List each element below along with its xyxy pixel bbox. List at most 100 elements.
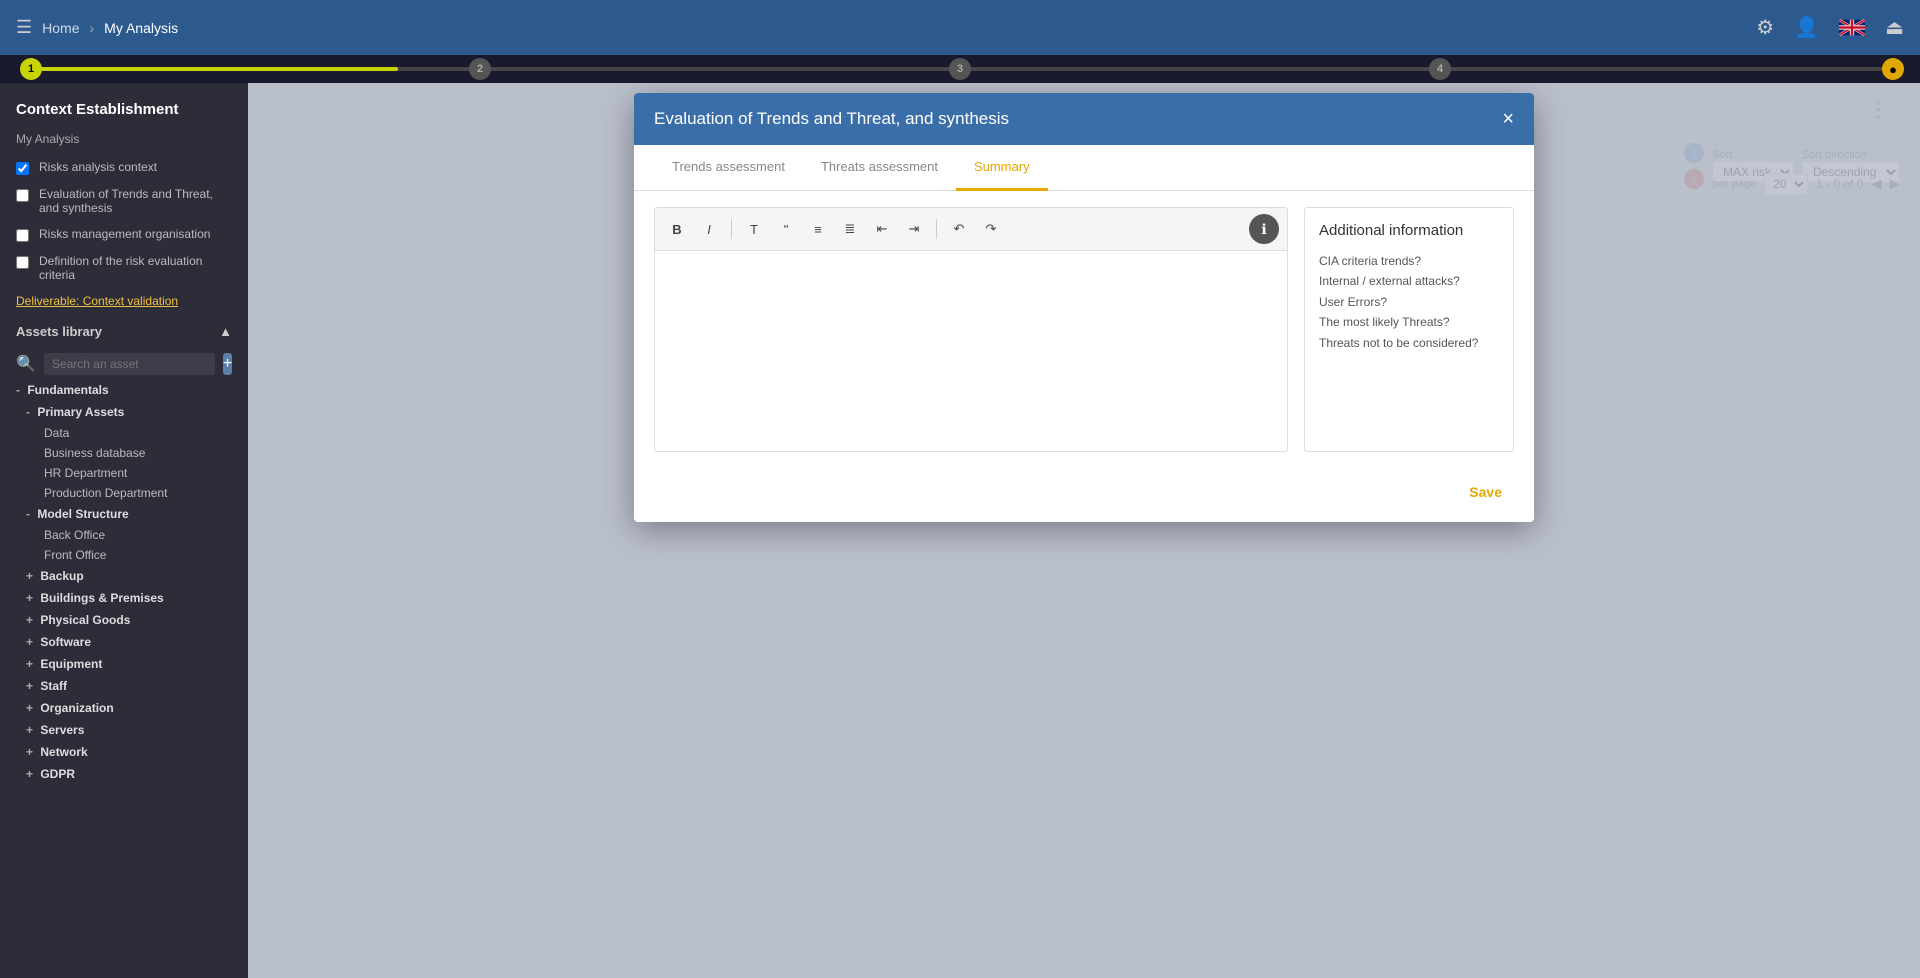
tab-threats-assessment[interactable]: Threats assessment bbox=[803, 145, 956, 191]
format-icon: T bbox=[750, 222, 758, 237]
redo-button[interactable]: ↷ bbox=[977, 216, 1005, 242]
italic-icon: I bbox=[707, 222, 711, 237]
progress-step-4[interactable]: 4 bbox=[1429, 58, 1451, 80]
tree-item-buildings[interactable]: + Buildings & Premises bbox=[0, 587, 248, 609]
redo-icon: ↷ bbox=[986, 221, 997, 237]
user-icon[interactable]: 👤 bbox=[1794, 15, 1819, 40]
modal-dialog: Evaluation of Trends and Threat, and syn… bbox=[634, 93, 1534, 522]
nav-left: ☰ Home › My Analysis bbox=[16, 17, 1744, 38]
tree-item-equipment[interactable]: + Equipment bbox=[0, 653, 248, 675]
sidebar-search-bar: 🔍 + bbox=[0, 349, 248, 379]
sidebar-item-definition[interactable]: Definition of the risk evaluation criter… bbox=[0, 248, 248, 288]
indent-decrease-button[interactable]: ⇤ bbox=[868, 216, 896, 242]
undo-button[interactable]: ↶ bbox=[945, 216, 973, 242]
tree-item-primary-assets[interactable]: - Primary Assets bbox=[0, 401, 248, 423]
editor-section: B I T " ≡ ≣ ⇤ ⇥ ↶ ↷ bbox=[654, 207, 1288, 452]
separator-1 bbox=[731, 219, 732, 239]
sidebar-item-risks-analysis[interactable]: Risks analysis context bbox=[0, 154, 248, 181]
modal-header: Evaluation of Trends and Threat, and syn… bbox=[634, 93, 1534, 145]
list-ol-button[interactable]: ≣ bbox=[836, 216, 864, 242]
tree-item-hr-department[interactable]: HR Department bbox=[0, 463, 248, 483]
tree-item-front-office[interactable]: Front Office bbox=[0, 545, 248, 565]
settings-icon[interactable]: ⚙ bbox=[1756, 15, 1774, 40]
bold-icon: B bbox=[672, 222, 681, 237]
info-line-1: CIA criteria trends? bbox=[1319, 251, 1499, 271]
list-ul-icon: ≡ bbox=[814, 222, 822, 237]
sidebar-item-label: Definition of the risk evaluation criter… bbox=[39, 254, 232, 282]
save-button[interactable]: Save bbox=[1457, 478, 1514, 506]
main-content: ↕ ↓ Sort MAX risk Sort direction Descend… bbox=[248, 83, 1920, 978]
sidebar-subtitle: My Analysis bbox=[0, 128, 248, 154]
top-navigation: ☰ Home › My Analysis ⚙ 👤 ⏏ bbox=[0, 0, 1920, 55]
breadcrumb-separator: › bbox=[90, 20, 95, 36]
tree-item-backup[interactable]: + Backup bbox=[0, 565, 248, 587]
tree-item-physical-goods[interactable]: + Physical Goods bbox=[0, 609, 248, 631]
info-line-5: Threats not to be considered? bbox=[1319, 333, 1499, 353]
info-icon: ℹ bbox=[1261, 221, 1266, 238]
quote-button[interactable]: " bbox=[772, 217, 800, 242]
checkbox-definition[interactable] bbox=[16, 256, 29, 269]
list-ol-icon: ≣ bbox=[845, 221, 856, 237]
progress-step-3[interactable]: 3 bbox=[949, 58, 971, 80]
left-sidebar: Context Establishment My Analysis Risks … bbox=[0, 83, 248, 978]
tree-item-business-database[interactable]: Business database bbox=[0, 443, 248, 463]
sidebar-deliverable[interactable]: Deliverable: Context validation bbox=[0, 288, 248, 314]
editor-textarea[interactable] bbox=[655, 251, 1287, 451]
language-flag[interactable] bbox=[1839, 19, 1865, 36]
additional-info-section: Additional information CIA criteria tren… bbox=[1304, 207, 1514, 452]
assets-collapse-icon[interactable]: ▲ bbox=[219, 324, 232, 339]
hamburger-icon[interactable]: ☰ bbox=[16, 17, 32, 38]
tree-item-network[interactable]: + Network bbox=[0, 741, 248, 763]
indent-increase-button[interactable]: ⇥ bbox=[900, 216, 928, 242]
modal-close-button[interactable]: × bbox=[1502, 109, 1514, 129]
tree-item-production-dept[interactable]: Production Department bbox=[0, 483, 248, 503]
additional-info-title: Additional information bbox=[1319, 222, 1499, 239]
checkbox-risks-analysis[interactable] bbox=[16, 162, 29, 175]
tree-item-model-structure[interactable]: - Model Structure bbox=[0, 503, 248, 525]
tree-item-gdpr[interactable]: + GDPR bbox=[0, 763, 248, 785]
progress-step-5[interactable]: ● bbox=[1882, 58, 1904, 80]
info-line-2: Internal / external attacks? bbox=[1319, 271, 1499, 291]
bold-button[interactable]: B bbox=[663, 217, 691, 242]
format-button[interactable]: T bbox=[740, 217, 768, 242]
indent-dec-icon: ⇤ bbox=[877, 221, 888, 237]
info-button[interactable]: ℹ bbox=[1249, 214, 1279, 244]
sidebar-item-label: Risks management organisation bbox=[39, 227, 210, 241]
checkbox-risks-mgmt[interactable] bbox=[16, 229, 29, 242]
list-ul-button[interactable]: ≡ bbox=[804, 217, 832, 242]
breadcrumb-current: My Analysis bbox=[104, 20, 178, 36]
editor-toolbar: B I T " ≡ ≣ ⇤ ⇥ ↶ ↷ bbox=[655, 208, 1287, 251]
progress-step-1[interactable]: 1 bbox=[20, 58, 42, 80]
tree-item-back-office[interactable]: Back Office bbox=[0, 525, 248, 545]
logout-icon[interactable]: ⏏ bbox=[1885, 15, 1904, 40]
search-input[interactable] bbox=[44, 353, 215, 375]
progress-step-2[interactable]: 2 bbox=[469, 58, 491, 80]
tree-item-data[interactable]: Data bbox=[0, 423, 248, 443]
tree-item-software[interactable]: + Software bbox=[0, 631, 248, 653]
tree-item-servers[interactable]: + Servers bbox=[0, 719, 248, 741]
breadcrumb-home[interactable]: Home bbox=[42, 20, 79, 36]
sidebar-item-label: Risks analysis context bbox=[39, 160, 157, 174]
italic-button[interactable]: I bbox=[695, 217, 723, 242]
sidebar-assets-header: Assets library ▲ bbox=[0, 314, 248, 349]
modal-tabs: Trends assessment Threats assessment Sum… bbox=[634, 145, 1534, 191]
tree-item-organization[interactable]: + Organization bbox=[0, 697, 248, 719]
add-asset-button[interactable]: + bbox=[223, 353, 232, 375]
sidebar-item-evaluation[interactable]: Evaluation of Trends and Threat, and syn… bbox=[0, 181, 248, 221]
progress-bar: 1 2 3 4 ● bbox=[0, 55, 1920, 83]
additional-info-text: CIA criteria trends? Internal / external… bbox=[1319, 251, 1499, 353]
tree-item-fundamentals[interactable]: - Fundamentals bbox=[0, 379, 248, 401]
info-line-4: The most likely Threats? bbox=[1319, 312, 1499, 332]
modal-footer: Save bbox=[634, 468, 1534, 522]
tree-item-staff[interactable]: + Staff bbox=[0, 675, 248, 697]
sidebar-section-title: Context Establishment bbox=[0, 83, 248, 128]
indent-inc-icon: ⇥ bbox=[909, 221, 920, 237]
tab-summary[interactable]: Summary bbox=[956, 145, 1048, 191]
assets-library-label: Assets library bbox=[16, 324, 102, 339]
modal-backdrop: Evaluation of Trends and Threat, and syn… bbox=[248, 83, 1920, 978]
tab-trends-assessment[interactable]: Trends assessment bbox=[654, 145, 803, 191]
checkbox-evaluation[interactable] bbox=[16, 189, 29, 202]
quote-icon: " bbox=[784, 222, 789, 237]
sidebar-item-risks-mgmt[interactable]: Risks management organisation bbox=[0, 221, 248, 248]
modal-title: Evaluation of Trends and Threat, and syn… bbox=[654, 109, 1009, 129]
